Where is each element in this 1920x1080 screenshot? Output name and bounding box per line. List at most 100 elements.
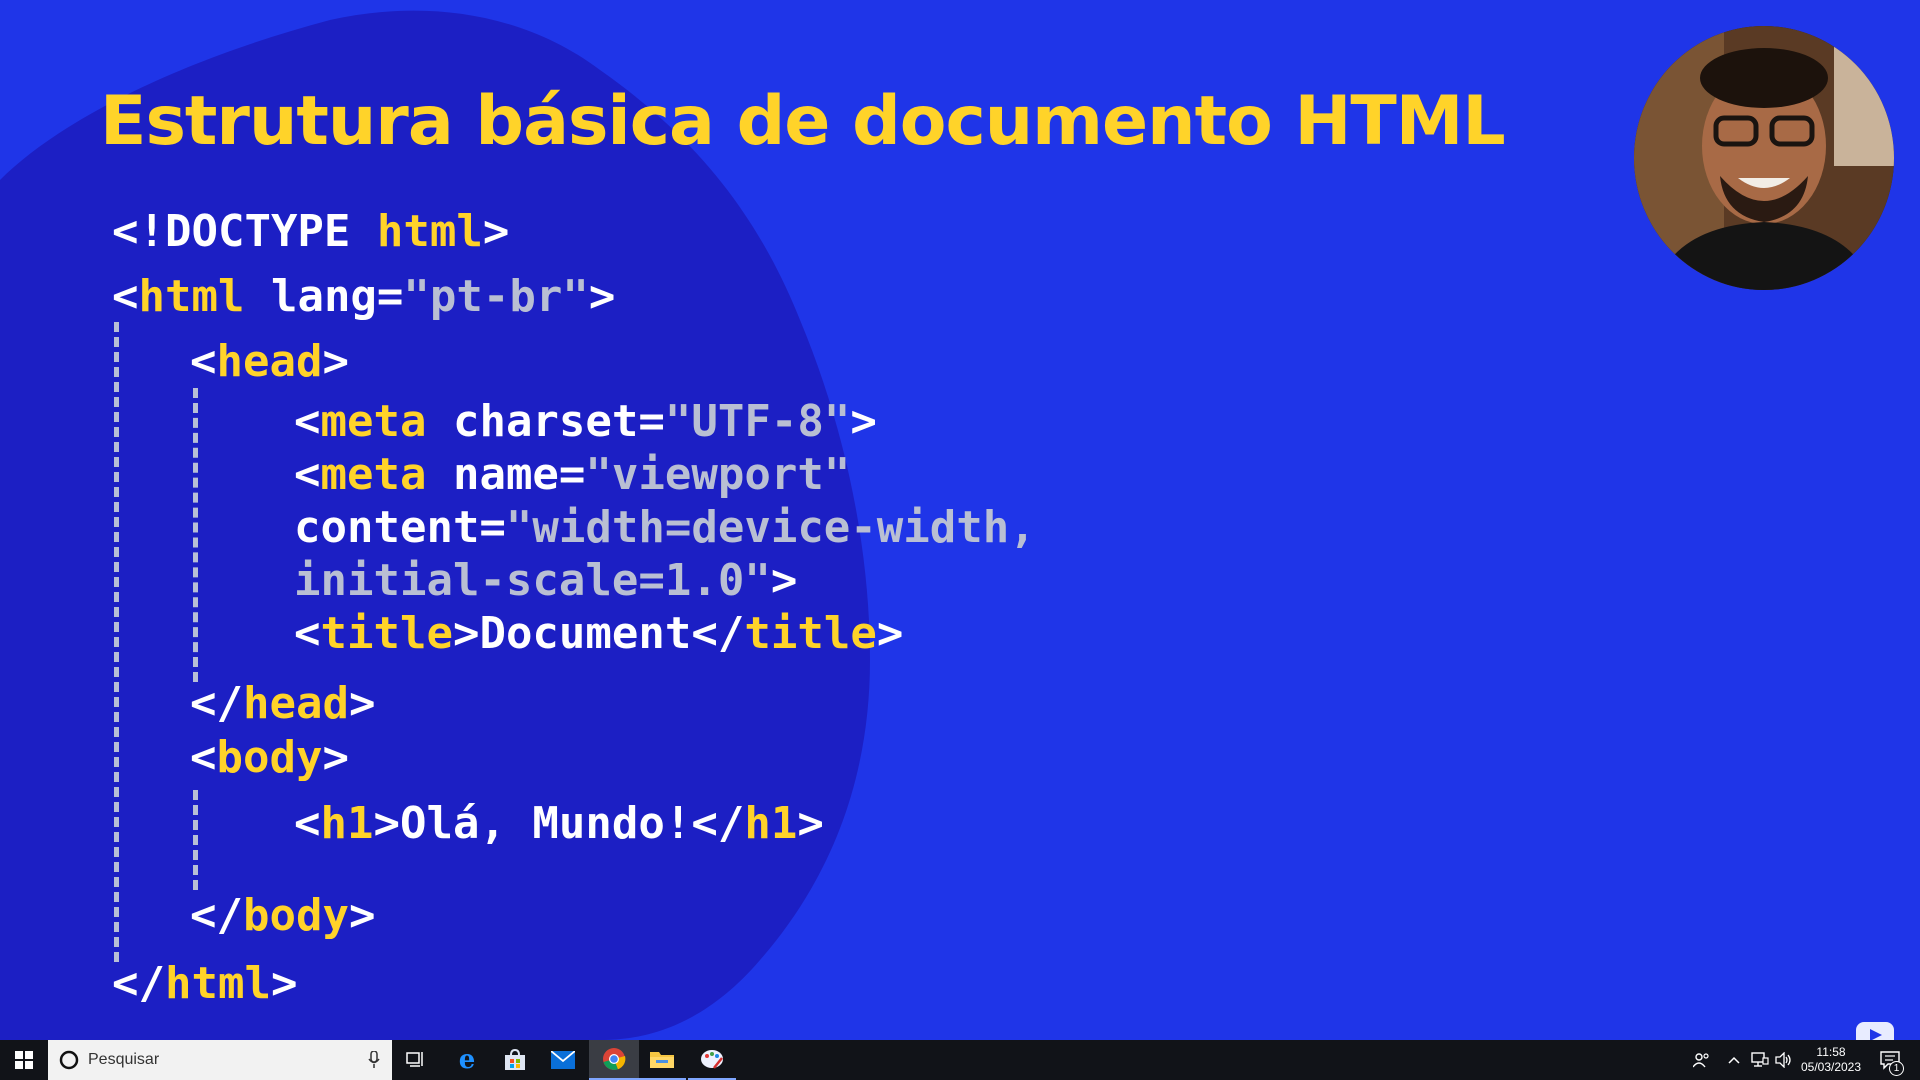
code-token: >: [588, 271, 616, 322]
code-token: <: [294, 798, 321, 849]
code-token: head: [216, 336, 323, 387]
code-token: <: [294, 608, 321, 659]
code-line-body-close: </body>: [190, 890, 375, 942]
code-token: lang=: [244, 271, 404, 322]
code-line-doctype: <!DOCTYPE html>: [112, 206, 509, 258]
code-token: initial-scale=1.0": [294, 555, 771, 606]
code-token: >: [452, 608, 480, 659]
taskbar-mail[interactable]: [539, 1040, 587, 1080]
code-token: html: [138, 271, 245, 322]
code-token: "UTF-8": [664, 396, 851, 447]
taskbar-edge[interactable]: e: [443, 1040, 491, 1080]
action-center-button[interactable]: 1: [1870, 1040, 1910, 1080]
taskbar-chrome[interactable]: [589, 1040, 639, 1080]
microphone-icon[interactable]: [368, 1051, 380, 1069]
code-token: >: [270, 958, 298, 1009]
clock-time: 11:58: [1816, 1045, 1846, 1059]
windows-start-icon: [15, 1051, 33, 1069]
code-token: <: [190, 336, 217, 387]
code-token: body: [216, 732, 323, 783]
code-token: >: [348, 890, 376, 941]
code-token: charset=: [426, 396, 665, 447]
search-placeholder: Pesquisar: [88, 1051, 160, 1068]
code-line-meta-viewport: <meta name="viewport": [294, 449, 850, 501]
code-token: <: [294, 449, 321, 500]
code-token: </: [190, 678, 243, 729]
slide-title: Estrutura básica de documento HTML: [100, 82, 1506, 161]
code-token: <: [112, 271, 139, 322]
code-token: meta: [320, 449, 427, 500]
code-token: Olá, Mundo!: [399, 798, 692, 849]
video-player-logo-icon: [1856, 1022, 1894, 1040]
code-token: body: [242, 890, 349, 941]
notification-count-badge: 1: [1889, 1061, 1904, 1076]
tray-network[interactable]: [1748, 1040, 1772, 1080]
code-token: >: [373, 798, 400, 849]
code-token: html: [164, 958, 271, 1009]
code-token: >: [482, 206, 510, 257]
code-token: "viewport": [585, 449, 851, 500]
paint-icon: [701, 1050, 723, 1069]
code-token: title: [320, 608, 453, 659]
presentation-slide: Estrutura básica de documento HTML <!DOC…: [0, 0, 1920, 1040]
code-token: >: [850, 396, 877, 447]
code-line-body-open: <body>: [190, 732, 349, 784]
code-line-content: content="width=device-width,: [294, 502, 1036, 554]
edge-icon: e: [458, 1045, 476, 1075]
code-token: title: [744, 608, 877, 659]
mail-icon: [551, 1051, 575, 1069]
code-line-html-open: <html lang="pt-br">: [112, 271, 615, 323]
code-line-h1: <h1>Olá, Mundo!</h1>: [294, 798, 824, 850]
volume-icon: [1775, 1052, 1791, 1068]
taskbar-file-explorer[interactable]: [638, 1040, 686, 1080]
code-token: >: [348, 678, 376, 729]
code-token: content=: [294, 502, 506, 553]
code-token: name=: [426, 449, 586, 500]
code-line-head-close: </head>: [190, 678, 375, 730]
code-token: </: [112, 958, 165, 1009]
code-token: "width=device-width,: [505, 502, 1036, 553]
tray-people[interactable]: [1686, 1040, 1718, 1080]
taskbar-search-box[interactable]: Pesquisar: [48, 1040, 392, 1080]
code-token: >: [797, 798, 824, 849]
code-token: >: [770, 555, 798, 606]
code-line-initial-scale: initial-scale=1.0">: [294, 555, 797, 607]
people-icon: [1693, 1053, 1709, 1068]
tray-volume[interactable]: [1772, 1040, 1796, 1080]
clock-date: 05/03/2023: [1800, 1060, 1862, 1074]
taskbar-paint[interactable]: [688, 1040, 736, 1080]
code-token: meta: [320, 396, 427, 447]
code-token: h1: [320, 798, 374, 849]
presenter-avatar: [1634, 26, 1894, 290]
code-token: html: [376, 206, 483, 257]
start-button[interactable]: [0, 1040, 48, 1080]
code-token: <: [294, 396, 321, 447]
taskbar-store[interactable]: [491, 1040, 539, 1080]
code-token: </: [691, 798, 745, 849]
file-explorer-icon: [650, 1052, 674, 1068]
tray-clock[interactable]: 11:58 05/03/2023: [1798, 1040, 1864, 1080]
code-token: >: [876, 608, 904, 659]
task-view-button[interactable]: [392, 1040, 440, 1080]
code-line-html-close: </html>: [112, 958, 297, 1010]
cortana-circle-icon: [59, 1050, 79, 1070]
code-token: </: [691, 608, 745, 659]
code-token: <!: [112, 206, 165, 257]
chrome-icon: [603, 1048, 626, 1070]
code-token: </: [190, 890, 243, 941]
taskbar: Pesquisar e 11:58 05/03/2023 1: [0, 1040, 1920, 1080]
code-token: DOCTYPE: [164, 206, 351, 257]
store-icon: [505, 1049, 525, 1070]
code-line-meta-charset: <meta charset="UTF-8">: [294, 396, 877, 448]
network-icon: [1751, 1052, 1769, 1067]
code-line-title: <title>Document</title>: [294, 608, 903, 660]
code-token: Document: [479, 608, 692, 659]
code-token: >: [322, 336, 349, 387]
chevron-up-icon: [1728, 1056, 1740, 1064]
task-view-icon: [406, 1052, 423, 1067]
tray-show-hidden[interactable]: [1722, 1040, 1746, 1080]
code-token: >: [322, 732, 349, 783]
indent-guide-head: [193, 388, 198, 682]
presenter-webcam: [1634, 26, 1894, 290]
